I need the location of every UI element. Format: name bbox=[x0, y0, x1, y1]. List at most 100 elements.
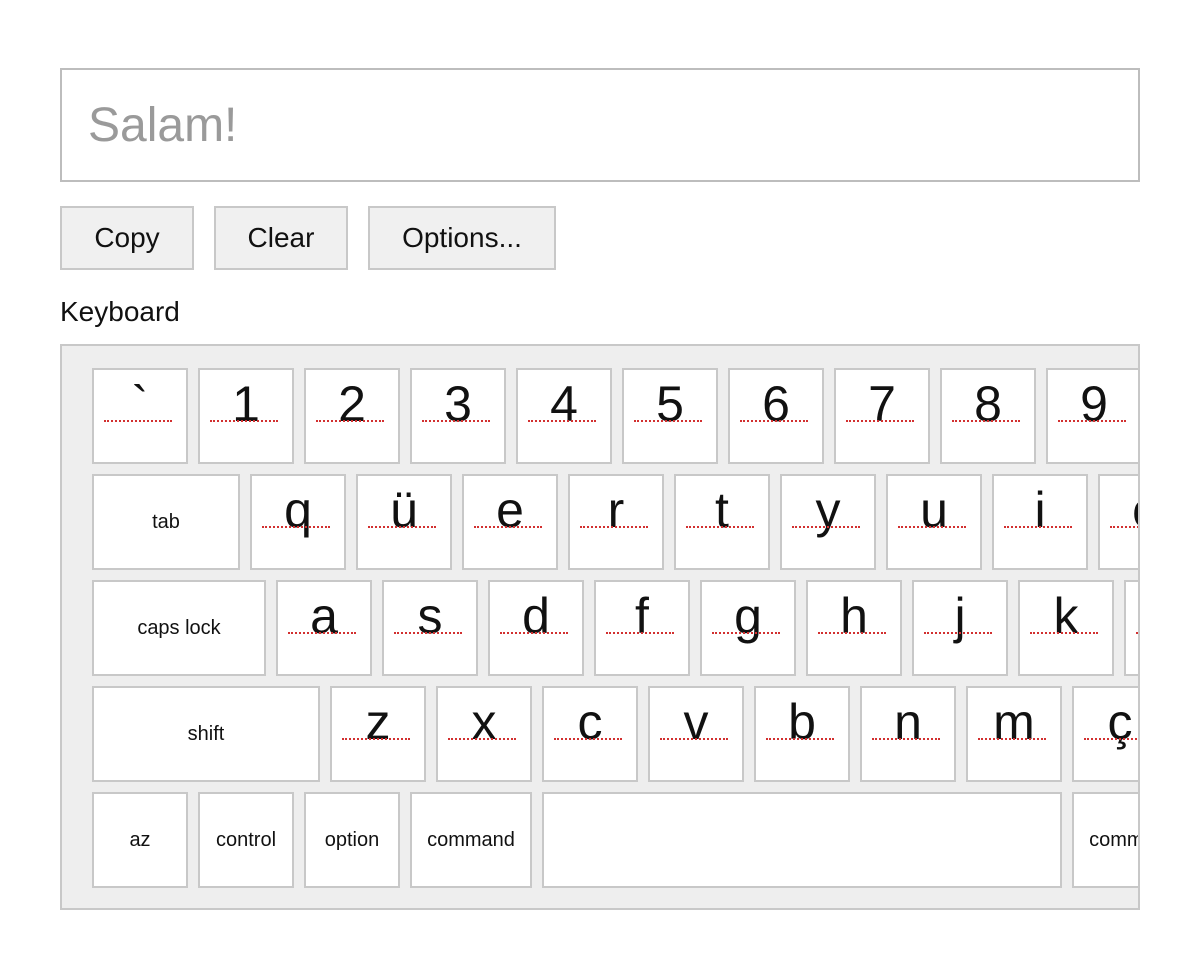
key-label: tab bbox=[152, 510, 180, 533]
key-3[interactable]: 3 bbox=[410, 368, 506, 464]
keyboard-row-home: caps lock a s d f g h j k l bbox=[92, 580, 1138, 676]
key-y[interactable]: y bbox=[780, 474, 876, 570]
key-i[interactable]: i bbox=[992, 474, 1088, 570]
key-layout-switch[interactable]: az bbox=[92, 792, 188, 888]
key-s[interactable]: s bbox=[382, 580, 478, 676]
key-o[interactable]: o bbox=[1098, 474, 1138, 570]
key-r[interactable]: r bbox=[568, 474, 664, 570]
key-label: command bbox=[427, 828, 515, 851]
key-underline bbox=[528, 420, 596, 422]
key-4[interactable]: 4 bbox=[516, 368, 612, 464]
key-underline bbox=[104, 420, 172, 422]
keyboard-heading: Keyboard bbox=[60, 296, 180, 327]
key-underline bbox=[686, 526, 754, 528]
key-c[interactable]: c bbox=[542, 686, 638, 782]
key-underline bbox=[740, 420, 808, 422]
key-v[interactable]: v bbox=[648, 686, 744, 782]
key-underline bbox=[606, 632, 674, 634]
key-5[interactable]: 5 bbox=[622, 368, 718, 464]
key-option[interactable]: option bbox=[304, 792, 400, 888]
key-d[interactable]: d bbox=[488, 580, 584, 676]
key-command-right[interactable]: command bbox=[1072, 792, 1138, 888]
key-u[interactable]: u bbox=[886, 474, 982, 570]
key-k[interactable]: k bbox=[1018, 580, 1114, 676]
key-label: i bbox=[1034, 482, 1046, 538]
key-label: y bbox=[815, 482, 841, 538]
options-button[interactable]: Options... bbox=[368, 206, 556, 270]
key-shift[interactable]: shift bbox=[92, 686, 320, 782]
key-e[interactable]: e bbox=[462, 474, 558, 570]
key-2[interactable]: 2 bbox=[304, 368, 400, 464]
key-underline bbox=[554, 738, 622, 740]
key-underline bbox=[818, 632, 886, 634]
key-underline bbox=[634, 420, 702, 422]
key-underline bbox=[924, 632, 992, 634]
key-label: caps lock bbox=[137, 616, 221, 639]
key-underline bbox=[1058, 420, 1126, 422]
key-control[interactable]: control bbox=[198, 792, 294, 888]
key-g[interactable]: g bbox=[700, 580, 796, 676]
key-label: r bbox=[607, 482, 625, 538]
key-q[interactable]: q bbox=[250, 474, 346, 570]
key-label: t bbox=[715, 482, 729, 538]
key-underline bbox=[210, 420, 278, 422]
key-x[interactable]: x bbox=[436, 686, 532, 782]
key-n[interactable]: n bbox=[860, 686, 956, 782]
key-label: option bbox=[324, 828, 380, 851]
key-z[interactable]: z bbox=[330, 686, 426, 782]
key-backtick[interactable]: ` bbox=[92, 368, 188, 464]
key-underline bbox=[394, 632, 462, 634]
key-underline bbox=[766, 738, 834, 740]
key-9[interactable]: 9 bbox=[1046, 368, 1138, 464]
key-label: d bbox=[522, 588, 550, 644]
key-label: ` bbox=[131, 376, 149, 432]
key-6[interactable]: 6 bbox=[728, 368, 824, 464]
keyboard-row-number: ` 1 2 3 4 5 6 7 8 9 bbox=[92, 368, 1138, 464]
text-input[interactable] bbox=[60, 68, 1140, 182]
key-label: 8 bbox=[974, 376, 1002, 432]
key-label: k bbox=[1053, 588, 1079, 644]
key-underline bbox=[872, 738, 940, 740]
key-f[interactable]: f bbox=[594, 580, 690, 676]
key-label: v bbox=[683, 694, 709, 750]
key-c-cedilla[interactable]: ç bbox=[1072, 686, 1138, 782]
key-b[interactable]: b bbox=[754, 686, 850, 782]
key-command[interactable]: command bbox=[410, 792, 532, 888]
key-space[interactable] bbox=[542, 792, 1062, 888]
keyboard-row-top: tab q ü e r t y u i o bbox=[92, 474, 1138, 570]
key-label: f bbox=[635, 588, 649, 644]
copy-button[interactable]: Copy bbox=[60, 206, 194, 270]
key-label: 4 bbox=[550, 376, 578, 432]
key-label: q bbox=[284, 482, 312, 538]
key-h[interactable]: h bbox=[806, 580, 902, 676]
key-underline bbox=[448, 738, 516, 740]
key-underline bbox=[792, 526, 860, 528]
keyboard-row-bottom: shift z x c v b n m ç bbox=[92, 686, 1138, 782]
key-j[interactable]: j bbox=[912, 580, 1008, 676]
key-underline bbox=[898, 526, 966, 528]
clear-button[interactable]: Clear bbox=[214, 206, 348, 270]
key-label: z bbox=[365, 694, 391, 750]
key-label: x bbox=[471, 694, 497, 750]
key-label: control bbox=[215, 828, 277, 851]
key-underline bbox=[316, 420, 384, 422]
key-underline bbox=[580, 526, 648, 528]
key-underline bbox=[1110, 526, 1138, 528]
key-t[interactable]: t bbox=[674, 474, 770, 570]
key-underline bbox=[712, 632, 780, 634]
key-tab[interactable]: tab bbox=[92, 474, 240, 570]
key-7[interactable]: 7 bbox=[834, 368, 930, 464]
key-a[interactable]: a bbox=[276, 580, 372, 676]
key-m[interactable]: m bbox=[966, 686, 1062, 782]
key-underline bbox=[660, 738, 728, 740]
key-label: 3 bbox=[444, 376, 472, 432]
key-underline bbox=[1004, 526, 1072, 528]
key-underline bbox=[1084, 738, 1138, 740]
key-label: az bbox=[129, 828, 151, 851]
key-1[interactable]: 1 bbox=[198, 368, 294, 464]
key-8[interactable]: 8 bbox=[940, 368, 1036, 464]
key-label: 5 bbox=[656, 376, 684, 432]
key-caps-lock[interactable]: caps lock bbox=[92, 580, 266, 676]
key-u-umlaut[interactable]: ü bbox=[356, 474, 452, 570]
key-l[interactable]: l bbox=[1124, 580, 1138, 676]
